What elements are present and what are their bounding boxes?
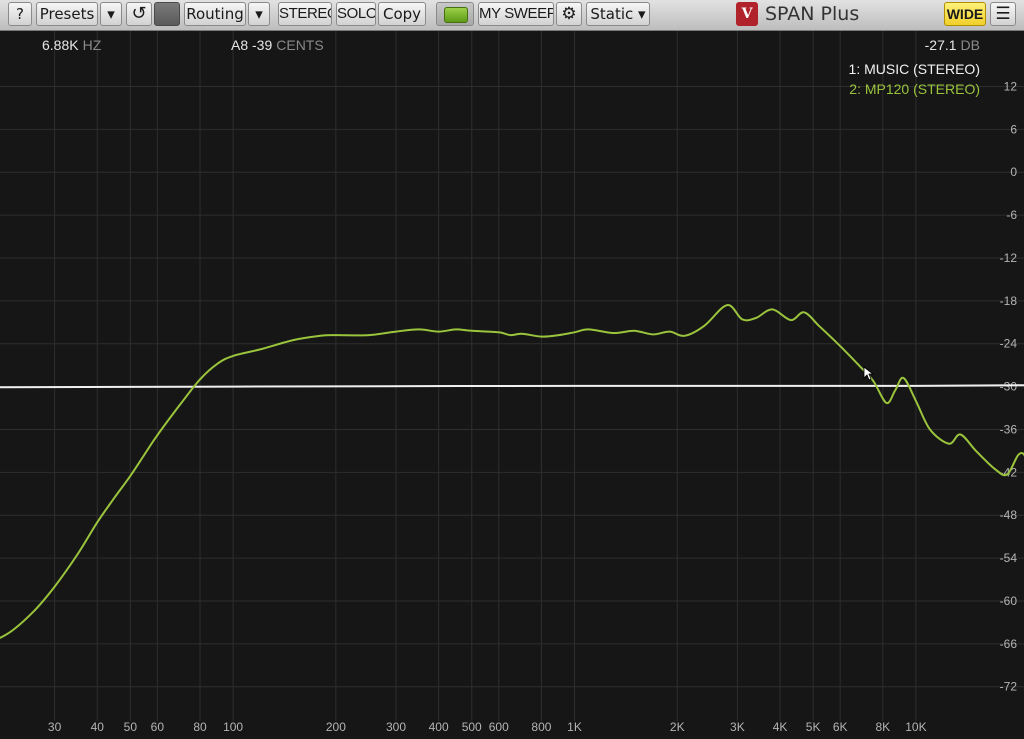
spectrum-display[interactable]: 30 40 50 60 80 100 200 300 400 500 600 800 1K 2K 3K 4K 5… [0,31,1024,739]
y-tick-label: -66 [1000,637,1018,651]
y-tick-label: -60 [1000,594,1018,608]
x-tick-label: 2K [670,720,685,734]
x-tick-label: 3K [730,720,745,734]
note-value: A8 -39 [231,37,273,53]
x-tick-label: 50 [124,720,138,734]
y-tick-label: -72 [1000,680,1018,694]
presets-button[interactable]: Presets [36,2,98,26]
note-readout: A8 -39 CENTS [231,37,324,53]
y-tick-label: -48 [1000,508,1018,522]
y-tick-label: -54 [1000,551,1018,565]
y-tick-label: 0 [1010,165,1017,179]
presets-menu-button[interactable]: ▾ [100,2,122,26]
x-tick-label: 400 [429,720,449,734]
x-tick-label: 1K [567,720,582,734]
routing-menu-button[interactable]: ▾ [248,2,270,26]
note-unit: CENTS [276,37,324,53]
undo-history-button[interactable] [154,2,180,26]
frequency-value: 6.88K [42,37,79,53]
voxengo-logo-icon: V [736,2,758,26]
x-tick-label: 100 [223,720,243,734]
y-tick-label: -6 [1006,208,1017,222]
y-tick-label: 12 [1004,79,1018,93]
gear-icon[interactable]: ⚙ [556,2,582,26]
y-tick-label: -24 [1000,337,1018,351]
routing-button[interactable]: Routing [184,2,246,26]
x-tick-label: 30 [48,720,62,734]
x-tick-label: 10K [905,720,926,734]
y-tick-label: 6 [1010,122,1017,136]
wide-toggle[interactable]: WIDE [944,2,986,26]
legend-item-mp120[interactable]: 2: MP120 (STEREO) [849,79,980,99]
x-tick-label: 6K [833,720,848,734]
preset-name-button[interactable]: MY SWEEP [478,2,554,26]
menu-icon[interactable]: ☰ [990,2,1016,26]
x-tick-label: 5K [806,720,821,734]
level-readout: -27.1 DB [925,37,980,53]
x-tick-label: 40 [91,720,105,734]
level-unit: DB [960,37,980,53]
y-tick-label: -12 [1000,251,1018,265]
power-led-icon [444,7,468,23]
y-tick-label: -36 [1000,422,1018,436]
series-line-mp120 [0,304,1024,640]
undo-icon[interactable]: ↺ [126,2,152,26]
x-tick-label: 60 [151,720,165,734]
x-tick-label: 500 [462,720,482,734]
product-title: SPAN Plus [765,3,860,25]
x-tick-label: 300 [386,720,406,734]
solo-button[interactable]: SOLO [336,2,376,26]
mode-dropdown[interactable]: Static ▾ [586,2,650,26]
legend: 1: MUSIC (STEREO) 2: MP120 (STEREO) [849,59,980,99]
x-tick-label: 200 [326,720,346,734]
legend-item-music[interactable]: 1: MUSIC (STEREO) [849,59,980,79]
x-tick-label: 80 [193,720,207,734]
y-tick-label: -18 [1000,294,1018,308]
frequency-readout: 6.88K HZ [42,37,101,53]
spectrum-chart[interactable]: 30 40 50 60 80 100 200 300 400 500 600 800 1K 2K 3K 4K 5… [0,31,1024,739]
x-tick-label: 600 [489,720,509,734]
power-toggle[interactable] [436,2,474,26]
frequency-unit: HZ [82,37,102,53]
x-tick-label: 8K [875,720,890,734]
toolbar: ? Presets ▾ ↺ Routing ▾ STEREO SOLO Copy… [0,0,1024,31]
copy-button[interactable]: Copy [378,2,426,26]
help-button[interactable]: ? [8,2,32,26]
level-value: -27.1 [924,37,957,53]
x-tick-label: 4K [773,720,788,734]
y-tick-label: -30 [1000,380,1018,394]
x-tick-label: 800 [531,720,551,734]
stereo-button[interactable]: STEREO [278,2,332,26]
